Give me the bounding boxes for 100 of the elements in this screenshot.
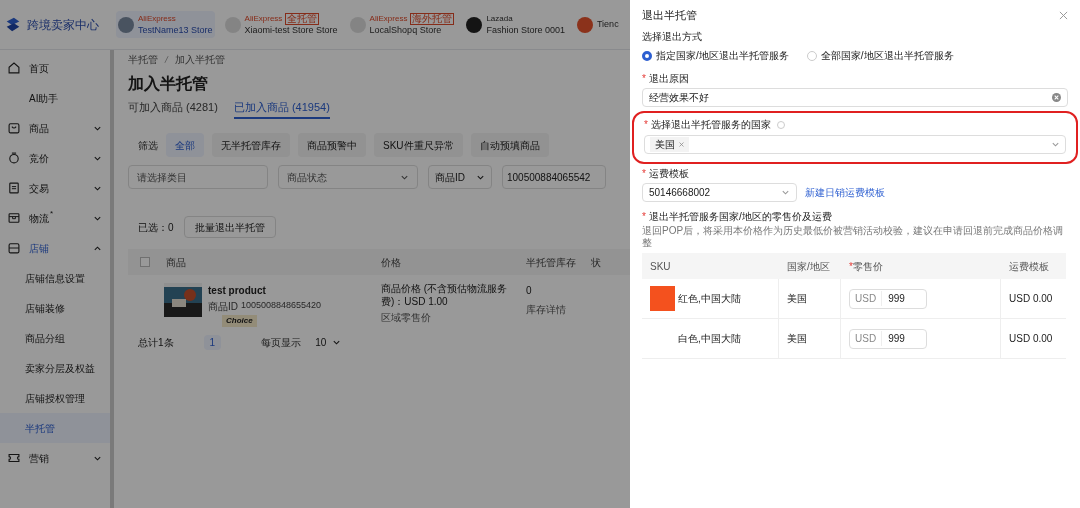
required-mark: * [849, 259, 853, 274]
breadcrumb-item[interactable]: 半托管 [128, 51, 158, 67]
sidebar-item[interactable]: 店铺 [0, 233, 110, 263]
id-search-field[interactable]: 100500884065542 [502, 165, 606, 189]
per-page-dropdown[interactable]: 10 [311, 335, 346, 350]
chevron-down-icon [781, 188, 790, 197]
hint-text: 退回POP后，将采用本价格作为历史最低价被营销活动校验，建议在申请回退前完成商品价格调整 [642, 225, 1065, 249]
badge-mark: * [50, 208, 54, 220]
product-id: 1005008848655420 [241, 299, 322, 312]
sidebar-item[interactable]: AI助手 [0, 83, 110, 113]
filter-chip[interactable]: SKU件重尺异常 [374, 133, 463, 157]
sidebar-item[interactable]: 物流* [0, 203, 110, 233]
filter-chip[interactable]: 全部 [166, 133, 204, 157]
per-page-label: 每页显示 [261, 336, 302, 350]
chevron-down-icon [1051, 140, 1060, 149]
breadcrumb-separator-icon [164, 54, 169, 64]
radio-button[interactable] [642, 50, 652, 61]
filter-chip[interactable]: 无半托管库存 [212, 133, 290, 157]
store-icon [7, 241, 21, 255]
platform-label: Lazada [486, 13, 513, 24]
store-tab[interactable]: Lazada Fashion Store 0001 [464, 10, 567, 39]
chevron-down-icon [332, 338, 342, 347]
store-name: Xiaomi-test Store Store [244, 24, 338, 37]
close-icon[interactable] [1059, 10, 1068, 20]
sidebar-item[interactable]: 半托管 [0, 413, 110, 443]
new-template-link[interactable]: 新建日销运费模板 [805, 185, 885, 200]
filter-label: 筛选 [138, 138, 158, 153]
sku-name: 红色,中国大陆 [678, 292, 741, 306]
price-field[interactable]: USD 999 [849, 288, 927, 309]
sidebar-item[interactable]: 店铺装修 [0, 293, 110, 323]
ticket-icon [7, 451, 21, 465]
field-label: 退出半托管服务国家/地区的零售价及运费 [648, 210, 832, 224]
clipboard-icon [7, 181, 21, 195]
tab[interactable]: 可加入商品 (4281) [128, 97, 218, 119]
stock-value: 0 [526, 284, 533, 298]
sidebar-item[interactable]: 营销 [0, 443, 110, 473]
status-dropdown[interactable]: 商品状态 [278, 165, 418, 189]
column-header: SKU [650, 259, 671, 274]
drawer-title: 退出半托管 [642, 7, 697, 23]
id-label: 商品ID [208, 300, 238, 314]
clear-icon[interactable] [1052, 93, 1061, 102]
bag-icon [7, 121, 21, 135]
country-text: 美国 [787, 292, 807, 306]
column-header: 半托管库存 [526, 255, 577, 270]
store-tab[interactable]: AliExpress TestName13 Store [116, 10, 215, 39]
tab[interactable]: 已加入商品 (41954) [233, 97, 330, 119]
sidebar-item[interactable]: 交易 [0, 173, 110, 203]
chevron-up-icon [93, 243, 102, 253]
choice-badge: Choice [222, 315, 257, 327]
country-select[interactable]: 美国 [644, 135, 1066, 154]
reason-field[interactable]: 经营效果不好 [642, 88, 1068, 107]
category-field[interactable]: 请选择类目 [128, 165, 268, 189]
box-icon [7, 211, 21, 225]
column-header: 运费模板 [1009, 259, 1049, 274]
page-button[interactable]: 1 [203, 335, 222, 350]
store-tab[interactable]: AliExpress 海外托管 LocalShopq Store [347, 10, 457, 39]
country-tag: 美国 [650, 137, 689, 152]
store-name: TestName13 Store [138, 24, 213, 37]
store-name: LocalShopq Store [369, 24, 443, 37]
filter-chip[interactable]: 商品预警中 [298, 133, 366, 157]
column-header: 国家/地区 [787, 259, 830, 274]
platform-tag: 全托管 [285, 12, 320, 25]
total-count: 总计1条 [138, 336, 174, 350]
stock-detail-link[interactable]: 库存详情 [526, 302, 591, 317]
country-text: 美国 [787, 332, 807, 346]
price-field[interactable]: USD 999 [849, 328, 927, 349]
filter-chip[interactable]: 自动预填商品 [470, 133, 549, 157]
field-label: 运费模板 [648, 167, 689, 181]
remove-icon[interactable] [679, 142, 684, 147]
breadcrumb-item[interactable]: 加入半托管 [175, 51, 225, 67]
home-icon [7, 61, 21, 75]
platform-label: AliExpress [138, 13, 176, 24]
store-tab[interactable]: AliExpress 全托管 Xiaomi-test Store Store [222, 10, 340, 39]
sidebar-item[interactable]: 商品分组 [0, 323, 110, 353]
radio-label: 全部国家/地区退出半托管服务 [820, 49, 954, 63]
store-avatar-icon [576, 16, 593, 33]
sidebar-item[interactable]: 竞价 [0, 143, 110, 173]
template-select[interactable]: 50146668002 [642, 183, 797, 202]
sidebar-item[interactable]: 卖家分层及权益 [0, 353, 110, 383]
column-header: 商品 [166, 255, 187, 270]
platform-label: AliExpress [244, 13, 283, 24]
store-tab[interactable]: Tienc [574, 14, 621, 35]
sidebar-item[interactable]: 商品 [0, 113, 110, 143]
required-mark: * [642, 210, 646, 224]
page-title: 加入半托管 [128, 74, 208, 94]
shipping-text: USD 0.00 [1009, 332, 1053, 346]
required-mark: * [644, 118, 648, 132]
shipping-text: USD 0.00 [1009, 292, 1053, 306]
selected-count: 已选：0 [138, 220, 174, 235]
sidebar-item[interactable]: 店铺授权管理 [0, 383, 110, 413]
required-mark: * [642, 167, 646, 181]
region-price-link[interactable]: 区域零售价 [381, 310, 526, 325]
select-all-checkbox[interactable] [140, 257, 150, 267]
sidebar-item[interactable]: 首页 [0, 53, 110, 83]
column-header: 零售价 [852, 259, 883, 274]
radio-label: 指定国家/地区退出半托管服务 [656, 49, 789, 63]
batch-exit-button[interactable]: 批量退出半托管 [183, 216, 276, 238]
required-mark: * [642, 72, 646, 86]
sidebar-item[interactable]: 店铺信息设置 [0, 263, 110, 293]
id-type-dropdown[interactable]: 商品ID [428, 165, 492, 189]
